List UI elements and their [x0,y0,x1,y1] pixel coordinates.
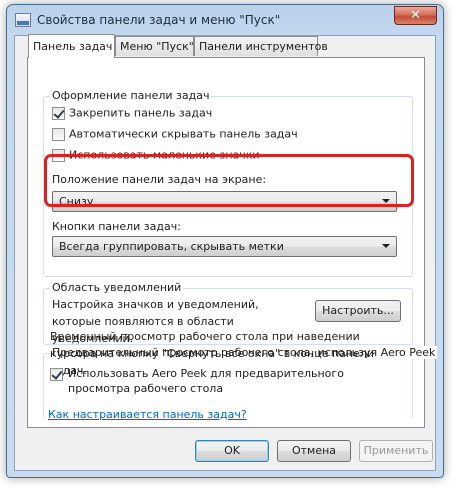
appearance-group-title: Оформление панели задач [50,89,212,102]
autohide-taskbar-label: Автоматически скрывать панель задач [69,127,298,141]
customize-button[interactable]: Настроить... [315,300,401,322]
lock-taskbar-label: Закрепить панель задач [69,106,213,120]
tab-taskbar[interactable]: Панель задач [28,34,115,58]
cancel-button[interactable]: Отмена [277,440,351,462]
ok-button[interactable]: OK [195,440,269,462]
title-bar[interactable]: Свойства панели задач и меню "Пуск" ✕ [7,5,443,35]
window-title: Свойства панели задач и меню "Пуск" [37,13,281,27]
lock-taskbar-checkbox[interactable]: Закрепить панель задач [52,106,212,122]
tab-toolbars[interactable]: Панели инструментов [194,36,328,56]
close-button[interactable]: ✕ [394,6,437,25]
notification-area-title: Область уведомлений [50,281,184,294]
taskbar-window-icon [15,13,31,27]
taskbar-buttons-value: Всегда группировать, скрывать метки [59,240,284,253]
checkbox-box[interactable] [52,106,65,120]
help-link[interactable]: Как настраивается панель задач? [48,408,247,421]
aero-peek-checkbox-label: Использовать Aero Peek для предварительн… [68,367,344,395]
properties-window: Свойства панели задач и меню "Пуск" ✕ Па… [6,4,444,478]
dropdown-arrow-icon [382,244,390,248]
position-highlight-frame [44,154,414,207]
autohide-taskbar-checkbox[interactable]: Автоматически скрывать панель задач [52,127,298,143]
taskbar-buttons-label: Кнопки панели задач: [52,220,181,233]
apply-button[interactable]: Применить [359,440,433,462]
taskbar-buttons-select[interactable]: Всегда группировать, скрывать метки [52,236,397,257]
checkbox-box[interactable] [52,127,65,141]
tab-start-menu[interactable]: Меню "Пуск" [115,36,194,56]
checkbox-box[interactable] [50,368,63,381]
dialog-client-area: Панель задач Меню "Пуск" Панели инструме… [14,34,438,471]
aero-peek-checkbox[interactable]: Использовать Aero Peek для предварительн… [50,366,390,395]
